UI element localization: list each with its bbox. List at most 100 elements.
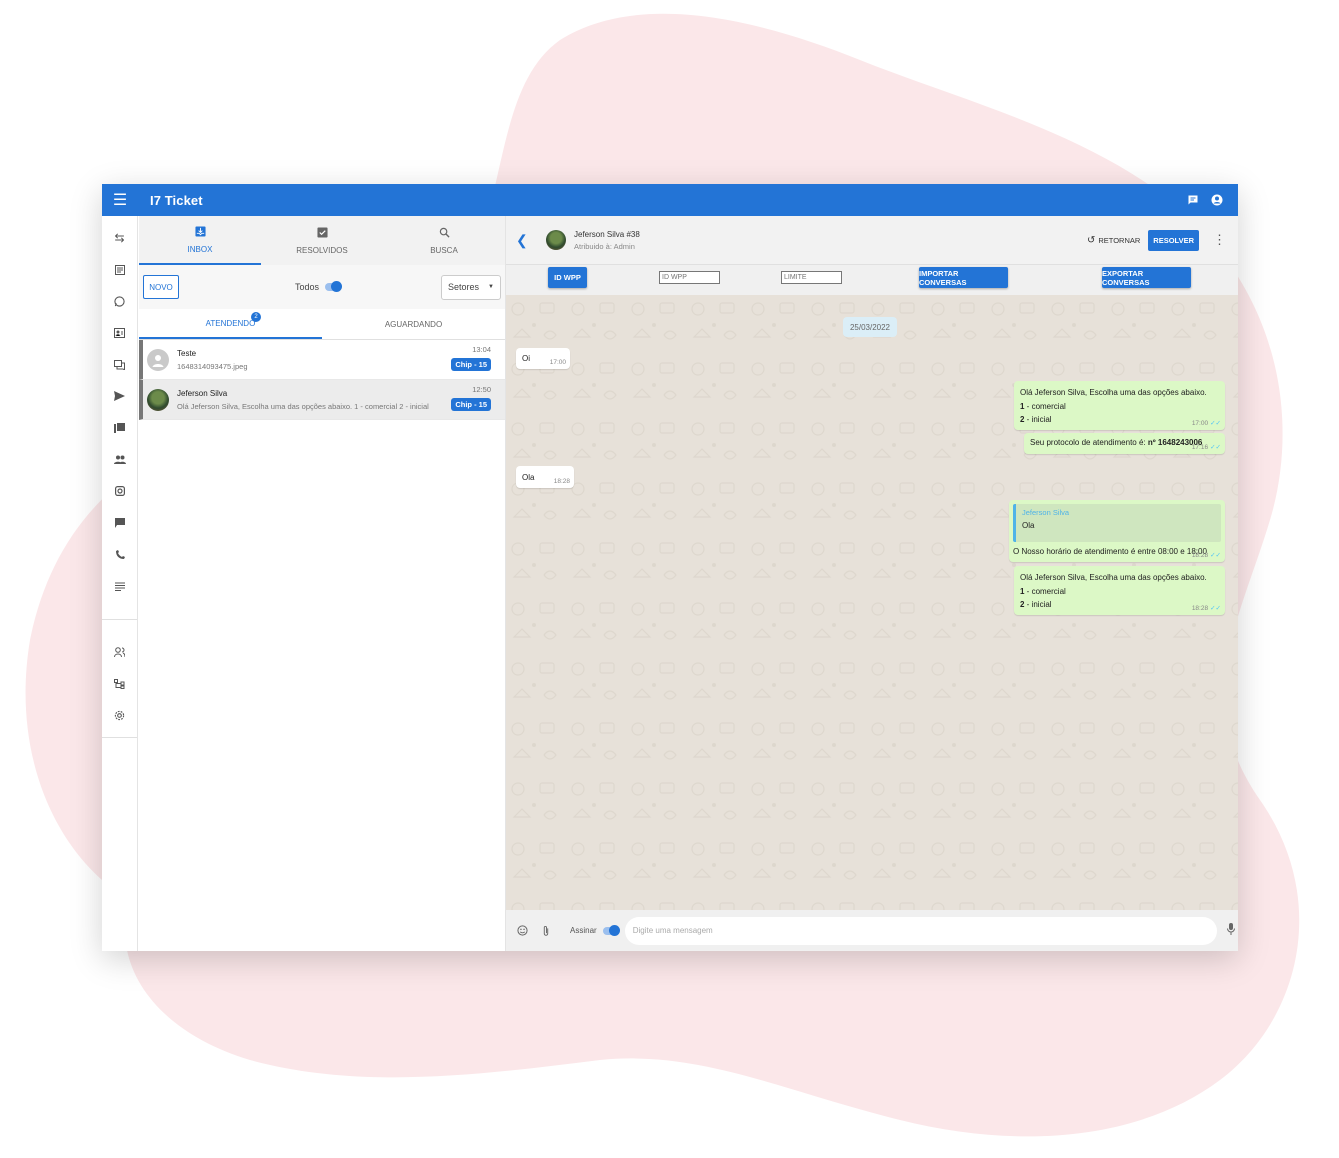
id-wpp-button[interactable]: ID WPP [548, 267, 587, 288]
inbox-icon [194, 225, 206, 239]
people-icon[interactable] [102, 444, 137, 476]
double-check-icon: ✓✓ [1210, 605, 1221, 612]
dashboard-icon[interactable] [102, 254, 137, 286]
message-time: 18:28 [553, 478, 570, 485]
message-text: - inicial [1024, 600, 1052, 609]
message-text: - inicial [1024, 415, 1052, 424]
ticket-tabs: INBOX RESOLVIDOS BUSCA [139, 216, 505, 265]
sidebar: ⇆ [102, 216, 138, 951]
attach-clip-icon[interactable] [540, 925, 552, 937]
message-outgoing-reply: Jeferson Silva Ola O Nosso horário de at… [1009, 500, 1225, 562]
message-time: 17:00 [1191, 420, 1209, 427]
chip-badge: Chip - 15 [451, 398, 491, 411]
setores-label: Setores [448, 282, 480, 292]
message-text: Olá Jeferson Silva, Escolha uma das opçõ… [1020, 573, 1207, 582]
message-time: 18:28 [1191, 605, 1209, 612]
messages-area[interactable]: 25/03/2022 Oi 17:00 Olá Jeferson Silva, … [506, 295, 1238, 910]
message-time: 17:00 [549, 359, 566, 366]
tab-label: ATENDENDO [205, 318, 256, 328]
users-admin-icon[interactable] [102, 636, 137, 668]
quoted-author: Jeferson Silva [1022, 508, 1070, 517]
exportar-conversas-button[interactable]: EXPORTAR CONVERSAS [1102, 267, 1191, 288]
chat-icon[interactable] [1186, 193, 1200, 207]
setores-select[interactable]: Setores ▼ [441, 274, 501, 300]
message-composer: Assinar Digite uma mensagem [506, 910, 1238, 951]
message-text: - comercial [1024, 401, 1066, 411]
account-icon[interactable] [1210, 193, 1224, 207]
sitemap-icon[interactable] [102, 668, 137, 700]
back-chevron-icon[interactable]: ❮ [516, 232, 530, 249]
chat-header: ❮ Jeferson Silva #38 Atribuido à: Admin … [506, 216, 1238, 265]
app-title: I7 Ticket [150, 192, 203, 208]
filter-bar: NOVO Todos Setores ▼ [139, 265, 505, 309]
emoji-icon[interactable] [516, 925, 528, 937]
novo-button[interactable]: NOVO [143, 275, 179, 299]
contacts-icon[interactable] [102, 317, 137, 349]
tab-resolvidos[interactable]: RESOLVIDOS [261, 216, 383, 265]
todos-toggle[interactable] [325, 281, 343, 292]
id-wpp-input[interactable] [659, 271, 720, 284]
phone-callback-icon[interactable] [102, 539, 137, 571]
message-outgoing: Olá Jeferson Silva, Escolha uma das opçõ… [1014, 381, 1225, 430]
sidebar-divider [102, 619, 137, 621]
resolver-button[interactable]: RESOLVER [1148, 229, 1199, 251]
ticket-last-message: Olá Jeferson Silva, Escolha uma das opçõ… [177, 401, 429, 411]
message-text: Seu protocolo de atendimento é: [1030, 438, 1148, 447]
retornar-label: RETORNAR [1098, 235, 1141, 245]
tab-atendendo[interactable]: ATENDENDO 2 [139, 309, 322, 339]
chat-panel: ❮ Jeferson Silva #38 Atribuido à: Admin … [506, 216, 1238, 951]
todos-label: Todos [295, 282, 320, 292]
todos-toggle-group: Todos [295, 281, 343, 292]
menu-icon[interactable]: ☰ [102, 190, 138, 210]
message-outgoing: Olá Jeferson Silva, Escolha uma das opçõ… [1014, 566, 1225, 615]
message-input[interactable]: Digite uma mensagem [624, 916, 1217, 945]
ticket-last-message: 1648314093475.jpeg [177, 361, 248, 371]
app-window: ☰ I7 Ticket ⇆ INBOX RESOLVIDOS BUSCA NOV… [102, 184, 1238, 951]
quoted-text: Ola [1022, 521, 1035, 530]
forum-icon[interactable] [102, 349, 137, 381]
message-incoming: Oi 17:00 [516, 348, 570, 369]
whatsapp-icon[interactable] [102, 285, 137, 317]
more-vert-icon[interactable]: ⋮ [1213, 232, 1226, 248]
notes-icon[interactable] [102, 571, 137, 603]
date-separator: 25/03/2022 [843, 317, 897, 337]
tab-label: RESOLVIDOS [296, 245, 348, 255]
settings-gear-icon[interactable] [102, 700, 137, 732]
assinar-toggle[interactable] [602, 924, 620, 936]
ticket-list-panel: INBOX RESOLVIDOS BUSCA NOVO Todos Setore… [139, 216, 506, 951]
assinar-label: Assinar [570, 926, 597, 935]
library-icon[interactable] [102, 412, 137, 444]
ticket-item[interactable]: Teste 1648314093475.jpeg 13:04 Chip - 15 [139, 340, 505, 380]
send-icon[interactable] [102, 380, 137, 412]
avatar [147, 348, 169, 371]
top-bar: ☰ I7 Ticket [102, 184, 1238, 216]
importar-conversas-button[interactable]: IMPORTAR CONVERSAS [919, 267, 1008, 288]
retornar-button[interactable]: ↺ RETORNAR [1087, 235, 1140, 246]
tab-inbox[interactable]: INBOX [139, 216, 261, 265]
tab-label: AGUARDANDO [384, 319, 443, 329]
assinar-toggle-group: Assinar [570, 924, 620, 936]
message-time: 17:16 [1191, 444, 1209, 451]
double-check-icon: ✓✓ [1210, 444, 1221, 451]
tab-label: BUSCA [430, 245, 458, 255]
status-tabs: ATENDENDO 2 AGUARDANDO [139, 309, 505, 340]
dropdown-arrow-icon: ▼ [488, 284, 494, 290]
message-text: Ola [522, 473, 535, 482]
search-icon [439, 227, 450, 240]
avatar [147, 388, 169, 411]
tab-label: INBOX [187, 244, 213, 254]
tab-aguardando[interactable]: AGUARDANDO [322, 309, 505, 339]
transfer-arrows-icon[interactable]: ⇆ [102, 222, 137, 254]
chip-badge: Chip - 15 [451, 358, 491, 371]
tab-busca[interactable]: BUSCA [383, 216, 505, 265]
message-icon[interactable] [102, 507, 137, 539]
count-badge: 2 [251, 312, 261, 322]
message-outgoing: Seu protocolo de atendimento é: nº 16482… [1024, 433, 1225, 454]
microphone-icon[interactable] [1226, 922, 1235, 940]
instagram-icon[interactable] [102, 476, 137, 508]
limite-input[interactable] [781, 271, 842, 284]
ticket-item-selected[interactable]: Jeferson Silva Olá Jeferson Silva, Escol… [139, 380, 505, 420]
message-incoming: Ola 18:28 [516, 466, 574, 488]
message-text: Olá Jeferson Silva, Escolha uma das opçõ… [1020, 388, 1207, 397]
quoted-message[interactable]: Jeferson Silva Ola [1013, 504, 1221, 542]
